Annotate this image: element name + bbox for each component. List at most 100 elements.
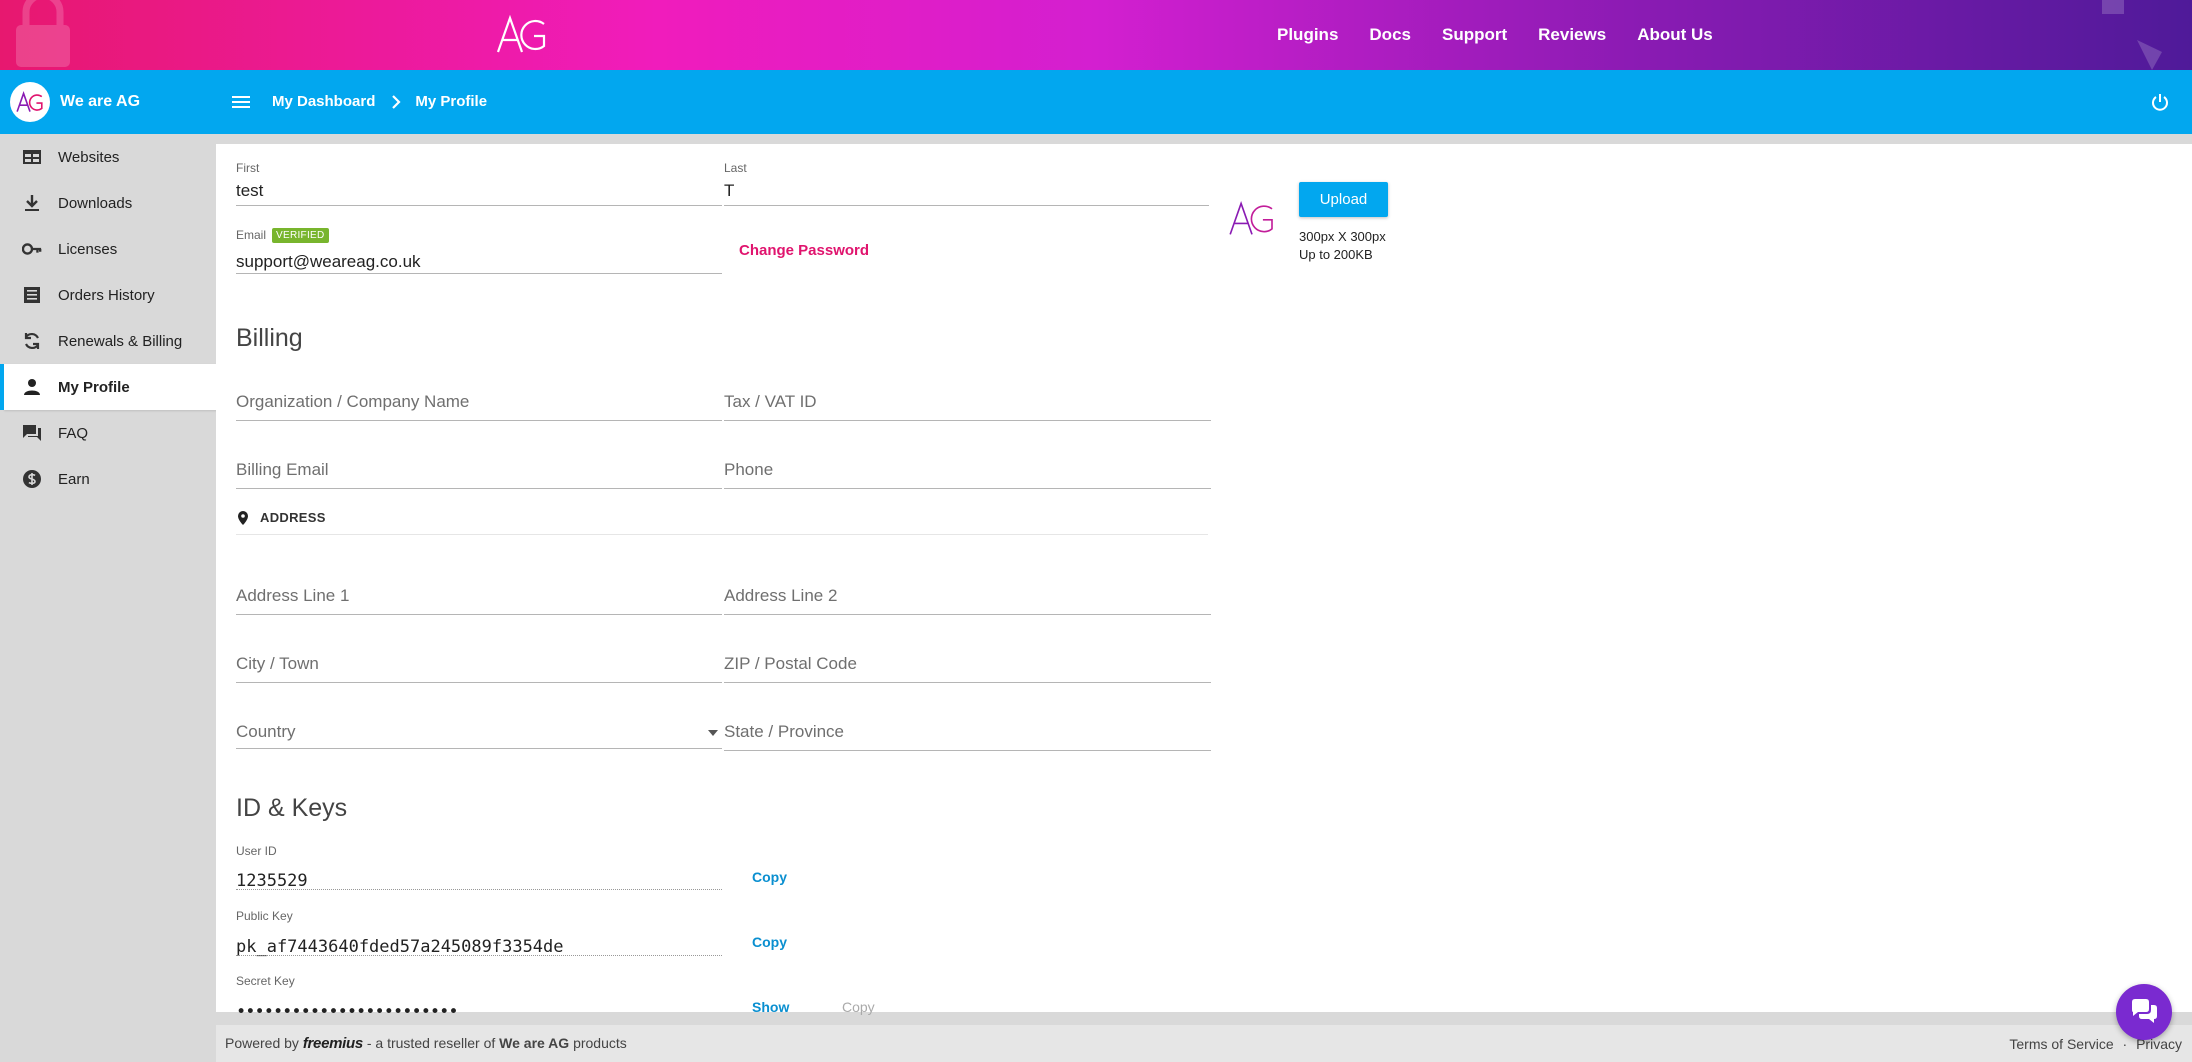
upload-button[interactable]: Upload xyxy=(1299,182,1388,217)
chat-widget-button[interactable] xyxy=(2116,984,2172,1040)
first-name-value: test xyxy=(236,181,264,200)
user-id-label: User ID xyxy=(236,844,277,858)
decorative-shape-icon xyxy=(2102,0,2162,70)
public-key-label: Public Key xyxy=(236,909,293,923)
address-line-1-input[interactable]: Address Line 1 xyxy=(236,578,722,615)
chevron-right-icon xyxy=(392,94,401,109)
city-input[interactable]: City / Town xyxy=(236,646,722,683)
nav-about-us[interactable]: About Us xyxy=(1637,25,1713,45)
sidebar-item-label: Websites xyxy=(58,148,120,166)
address-line-2-placeholder: Address Line 2 xyxy=(724,586,838,605)
profile-picture-icon xyxy=(1229,200,1273,235)
sidebar-item-licenses[interactable]: Licenses xyxy=(0,226,214,272)
ag-logo-icon xyxy=(16,91,43,112)
sidebar-item-orders-history[interactable]: Orders History xyxy=(0,272,214,318)
secret-key-value: •••••••••••••••••••••••• xyxy=(236,1002,459,1022)
app-name: We are AG xyxy=(60,93,141,110)
dollar-icon xyxy=(22,469,42,489)
public-key-field: Public Key pk_af7443640fded57a245089f335… xyxy=(236,909,722,957)
copy-secret-key-button[interactable]: Copy xyxy=(842,999,875,1015)
company-name-input[interactable]: Organization / Company Name xyxy=(236,384,722,421)
billing-email-input[interactable]: Billing Email xyxy=(236,452,722,489)
company-name-placeholder: Organization / Company Name xyxy=(236,392,470,411)
zip-input[interactable]: ZIP / Postal Code xyxy=(724,646,1211,683)
breadcrumb: My Dashboard My Profile xyxy=(272,93,487,110)
change-password-link[interactable]: Change Password xyxy=(739,242,869,259)
ag-logo-icon[interactable] xyxy=(494,12,550,56)
first-name-field[interactable]: First test xyxy=(236,161,722,206)
freemius-logo[interactable]: freemius xyxy=(303,1035,363,1052)
secret-key-field: Secret Key •••••••••••••••••••••••• xyxy=(236,974,722,1022)
sidebar: Websites Downloads Licenses Orders Histo… xyxy=(0,134,222,502)
nav-docs[interactable]: Docs xyxy=(1369,25,1411,45)
last-name-label: Last xyxy=(724,161,747,175)
state-input[interactable]: State / Province xyxy=(724,714,1211,751)
tax-id-placeholder: Tax / VAT ID xyxy=(724,392,817,411)
footer: Powered by freemius - a trusted reseller… xyxy=(216,1025,2192,1062)
first-name-label: First xyxy=(236,161,260,175)
address-heading: ADDRESS xyxy=(236,510,1208,535)
upload-weight-note: Up to 200KB xyxy=(1299,247,1373,262)
show-secret-key-button[interactable]: Show xyxy=(752,999,789,1015)
user-icon xyxy=(22,377,42,397)
sidebar-item-label: FAQ xyxy=(58,424,89,442)
hamburger-menu-icon[interactable] xyxy=(230,92,252,112)
terms-of-service-link[interactable]: Terms of Service xyxy=(2009,1036,2113,1052)
sidebar-item-label: Orders History xyxy=(58,286,155,304)
last-name-value: T xyxy=(724,181,735,200)
phone-placeholder: Phone xyxy=(724,460,774,479)
sidebar-item-my-profile[interactable]: My Profile xyxy=(0,364,222,410)
secret-key-label: Secret Key xyxy=(236,974,295,988)
avatar[interactable] xyxy=(10,82,50,122)
user-id-field: User ID 1235529 xyxy=(236,844,722,891)
phone-input[interactable]: Phone xyxy=(724,452,1211,489)
state-placeholder: State / Province xyxy=(724,722,845,741)
top-nav: Plugins Docs Support Reviews About Us xyxy=(1277,0,1744,70)
key-icon xyxy=(22,239,42,259)
site-header: Plugins Docs Support Reviews About Us xyxy=(0,0,2192,70)
sidebar-item-label: My Profile xyxy=(58,378,130,396)
city-placeholder: City / Town xyxy=(236,654,319,673)
country-select[interactable]: Country xyxy=(236,714,722,749)
products-text: products xyxy=(573,1035,627,1051)
billing-email-placeholder: Billing Email xyxy=(236,460,329,479)
copy-user-id-button[interactable]: Copy xyxy=(752,869,787,885)
breadcrumb-dashboard[interactable]: My Dashboard xyxy=(272,93,375,110)
company-name: We are AG xyxy=(499,1035,570,1051)
last-name-field[interactable]: Last T xyxy=(724,161,1209,206)
upload-size-note: 300px X 300px xyxy=(1299,229,1386,244)
breadcrumb-current: My Profile xyxy=(415,93,488,110)
powered-by-text: Powered by xyxy=(225,1035,299,1051)
renew-icon xyxy=(22,331,42,351)
copy-public-key-button[interactable]: Copy xyxy=(752,934,787,950)
profile-panel: First test Last T Email VERIFIED support@… xyxy=(216,144,2192,1022)
verified-badge: VERIFIED xyxy=(272,228,329,243)
map-pin-icon xyxy=(238,511,248,525)
id-keys-title: ID & Keys xyxy=(236,794,348,822)
sidebar-item-earn[interactable]: Earn xyxy=(0,456,214,502)
footer-links: Terms of Service · Privacy xyxy=(2009,1036,2182,1052)
nav-reviews[interactable]: Reviews xyxy=(1538,25,1606,45)
country-placeholder: Country xyxy=(236,722,296,741)
sidebar-item-renewals-billing[interactable]: Renewals & Billing xyxy=(0,318,214,364)
lock-icon xyxy=(16,0,70,67)
tax-id-input[interactable]: Tax / VAT ID xyxy=(724,384,1211,421)
caret-down-icon xyxy=(708,730,718,736)
email-value: support@weareag.co.uk xyxy=(236,252,421,271)
sidebar-item-downloads[interactable]: Downloads xyxy=(0,180,214,226)
address-line-1-placeholder: Address Line 1 xyxy=(236,586,350,605)
reseller-text: - a trusted reseller of xyxy=(366,1035,496,1051)
sidebar-item-faq[interactable]: FAQ xyxy=(0,410,214,456)
address-line-2-input[interactable]: Address Line 2 xyxy=(724,578,1211,615)
billing-title: Billing xyxy=(236,324,303,352)
power-icon[interactable] xyxy=(2150,92,2170,112)
chat-icon xyxy=(22,423,42,443)
list-icon xyxy=(22,285,42,305)
sidebar-item-websites[interactable]: Websites xyxy=(0,134,214,180)
email-field[interactable]: Email VERIFIED support@weareag.co.uk xyxy=(236,228,722,274)
websites-icon xyxy=(22,147,42,167)
footer-credit: Powered by freemius - a trusted reseller… xyxy=(225,1035,627,1052)
user-id-value: 1235529 xyxy=(236,871,308,891)
nav-support[interactable]: Support xyxy=(1442,25,1507,45)
nav-plugins[interactable]: Plugins xyxy=(1277,25,1338,45)
